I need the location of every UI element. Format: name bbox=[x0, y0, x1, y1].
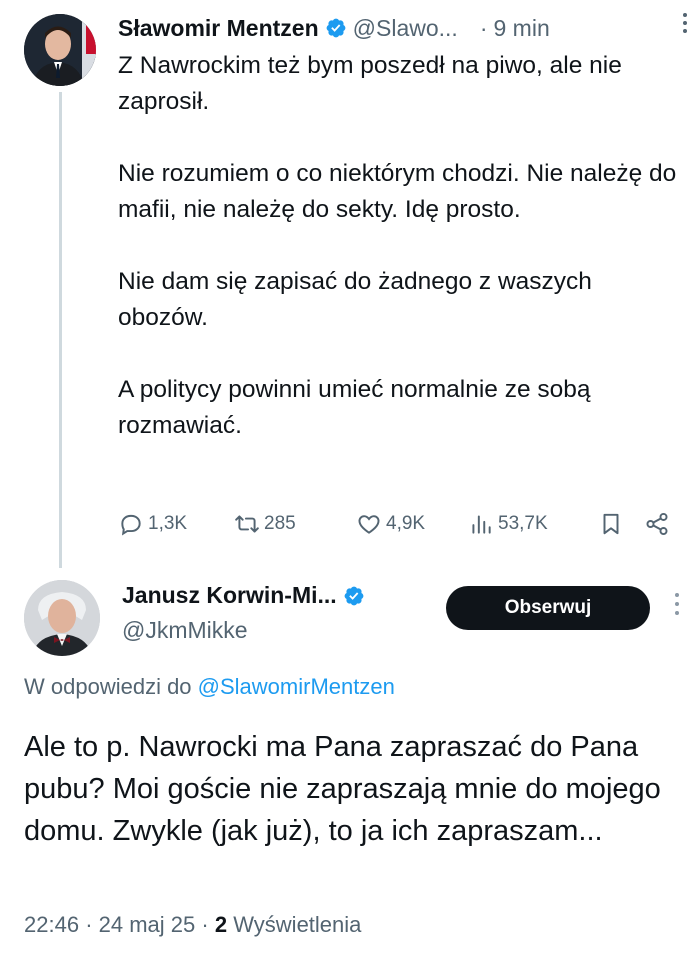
tweet-mentzen[interactable]: Sławomir Mentzen @Slawo... · 9 min Z Naw… bbox=[0, 0, 700, 568]
avatar[interactable] bbox=[24, 580, 100, 656]
tweet-time[interactable]: 9 min bbox=[494, 15, 550, 42]
reply-prefix: W odpowiedzi do bbox=[24, 674, 198, 699]
tweet-text: Z Nawrockim też bym poszedł na piwo, ale… bbox=[118, 48, 678, 444]
bookmark-button[interactable] bbox=[598, 511, 644, 537]
tweet-paragraph: A politycy powinni umieć normalnie ze so… bbox=[118, 376, 591, 439]
bookmark-icon bbox=[603, 513, 619, 535]
thread-view: Sławomir Mentzen @Slawo... · 9 min Z Naw… bbox=[0, 0, 700, 960]
author-name[interactable]: Janusz Korwin-Mi... bbox=[122, 582, 337, 609]
like-count: 4,9K bbox=[386, 513, 426, 534]
more-vertical-icon[interactable] bbox=[672, 592, 682, 616]
views-count: 53,7K bbox=[498, 513, 548, 534]
reply-button[interactable]: 1,3K bbox=[118, 511, 234, 537]
separator-dot: · bbox=[85, 912, 93, 937]
separator-dot: · bbox=[479, 14, 488, 41]
tweet-meta: 22:46 · 24 maj 25 · 2 Wyświetlenia bbox=[24, 912, 361, 938]
views-label: Wyświetlenia bbox=[233, 912, 362, 937]
heart-icon bbox=[358, 515, 380, 534]
reply-text: Ale to p. Nawrocki ma Pana zapraszać do … bbox=[24, 731, 661, 847]
retweet-icon bbox=[235, 515, 259, 533]
avatar[interactable] bbox=[24, 14, 96, 86]
tweet-actions: 1,3K 285 4,9K 53,7K bbox=[118, 504, 684, 544]
reply-mention-link[interactable]: @SlawomirMentzen bbox=[198, 674, 395, 699]
tweet-paragraph: Z Nawrockim też bym poszedł na piwo, ale… bbox=[118, 52, 622, 115]
tweet-header: Janusz Korwin-Mi... @JkmMikke bbox=[122, 582, 452, 644]
tweet-date[interactable]: 24 maj 25 bbox=[99, 912, 196, 937]
views-button[interactable]: 53,7K bbox=[468, 511, 598, 537]
verified-badge-icon bbox=[343, 585, 365, 607]
retweet-button[interactable]: 285 bbox=[234, 511, 356, 537]
reply-context: W odpowiedzi do @SlawomirMentzen bbox=[24, 674, 395, 700]
verified-badge-icon bbox=[325, 17, 347, 39]
tweet-paragraph: Nie dam się zapisać do żadnego z waszych… bbox=[118, 268, 592, 331]
follow-button[interactable]: Obserwuj bbox=[446, 586, 650, 630]
like-button[interactable]: 4,9K bbox=[356, 511, 468, 537]
author-handle[interactable]: @JkmMikke bbox=[122, 617, 452, 644]
share-icon bbox=[646, 512, 668, 536]
views-chart-icon bbox=[472, 515, 491, 534]
tweet-header: Sławomir Mentzen @Slawo... · 9 min bbox=[118, 10, 688, 46]
reply-icon bbox=[121, 514, 141, 536]
share-button[interactable] bbox=[644, 511, 674, 537]
views-count: 2 bbox=[214, 912, 228, 937]
more-vertical-icon[interactable] bbox=[682, 12, 688, 40]
tweet-time[interactable]: 22:46 bbox=[24, 912, 79, 937]
thread-connector-line bbox=[59, 92, 62, 568]
author-name[interactable]: Sławomir Mentzen bbox=[118, 15, 319, 42]
tweet-paragraph: Nie rozumiem o co niektórym chodzi. Nie … bbox=[118, 160, 677, 223]
reply-count: 1,3K bbox=[148, 513, 188, 534]
author-handle[interactable]: @Slawo... bbox=[353, 15, 458, 42]
separator-dot: · bbox=[201, 912, 209, 937]
retweet-count: 285 bbox=[264, 513, 296, 534]
